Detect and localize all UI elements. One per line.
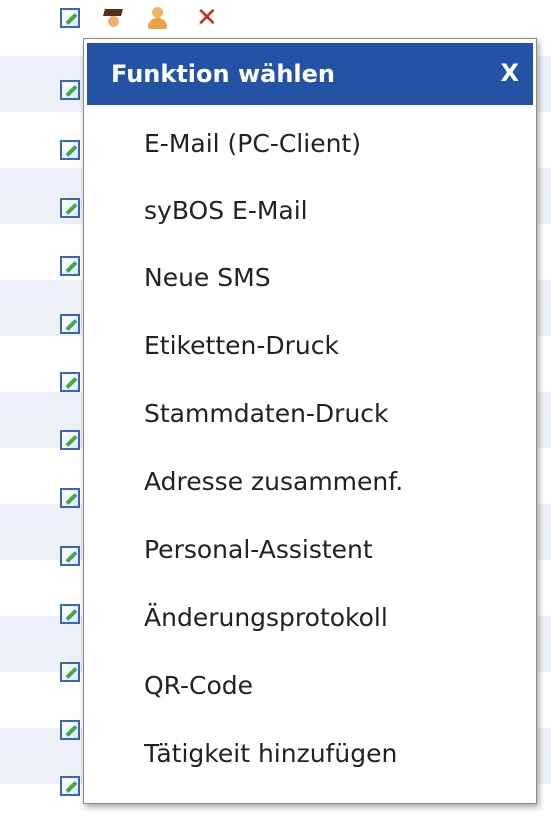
edit-icon[interactable] bbox=[60, 80, 80, 100]
delete-icon[interactable]: ✕ bbox=[196, 5, 220, 31]
edit-icon[interactable] bbox=[60, 430, 80, 450]
edit-icon[interactable] bbox=[60, 314, 80, 334]
menu-item-qr-code[interactable]: QR-Code bbox=[84, 653, 536, 719]
menu-item-personnel-assistant[interactable]: Personal-Assistent bbox=[84, 517, 536, 583]
edit-icon[interactable] bbox=[60, 488, 80, 508]
menu-item-sybos-email[interactable]: syBOS E-Mail bbox=[84, 178, 536, 244]
edit-icon[interactable] bbox=[60, 198, 80, 218]
edit-icon[interactable] bbox=[60, 8, 80, 28]
user-icon[interactable] bbox=[146, 6, 168, 30]
menu-item-merge-address[interactable]: Adresse zusammenf. bbox=[84, 449, 536, 515]
menu-item-master-data-print[interactable]: Stammdaten-Druck bbox=[84, 381, 536, 447]
close-button[interactable]: X bbox=[500, 59, 519, 87]
edit-icon[interactable] bbox=[60, 140, 80, 160]
edit-icon[interactable] bbox=[60, 546, 80, 566]
edit-icon[interactable] bbox=[60, 776, 80, 796]
menu-header: Funktion wählen X bbox=[87, 43, 533, 105]
menu-item-label-print[interactable]: Etiketten-Druck bbox=[84, 313, 536, 379]
menu-item-new-sms[interactable]: Neue SMS bbox=[84, 245, 536, 311]
edit-icon[interactable] bbox=[60, 662, 80, 682]
edit-icon[interactable] bbox=[60, 604, 80, 624]
edit-icon[interactable] bbox=[60, 720, 80, 740]
edit-icon[interactable] bbox=[60, 372, 80, 392]
menu-title: Funktion wählen bbox=[111, 60, 336, 88]
menu-item-email-pc-client[interactable]: E-Mail (PC-Client) bbox=[84, 111, 536, 177]
graduation-cap-icon[interactable] bbox=[102, 6, 124, 30]
menu-item-add-activity[interactable]: Tätigkeit hinzufügen bbox=[84, 721, 536, 787]
edit-icon[interactable] bbox=[60, 256, 80, 276]
menu-item-change-log[interactable]: Änderungsprotokoll bbox=[84, 585, 536, 651]
function-menu-popup: Funktion wählen X E-Mail (PC-Client) syB… bbox=[83, 38, 537, 804]
